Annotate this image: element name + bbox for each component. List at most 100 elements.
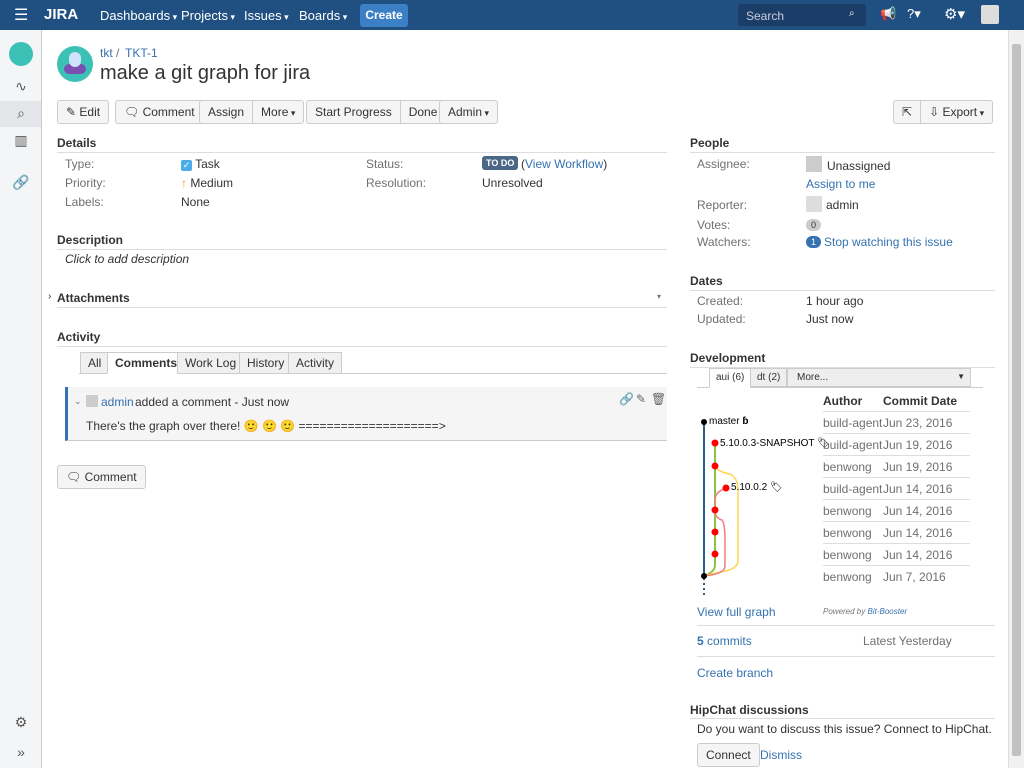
tab-history[interactable]: History <box>239 352 293 374</box>
labels-value[interactable]: None <box>181 195 210 209</box>
ref-master: master ɓ <box>709 416 748 427</box>
commit-date: Jun 19, 2016 <box>883 460 953 474</box>
ref-snapshot-label: 5.10.0.3-SNAPSHOT <box>720 438 815 449</box>
commit-author: benwong <box>823 504 872 518</box>
nav-issues[interactable]: Issues <box>244 8 289 23</box>
nav-boards[interactable]: Boards <box>299 8 347 23</box>
commit-row[interactable]: benwong Jun 14, 2016 <box>823 543 970 565</box>
more-branches-dropdown[interactable]: More... ▼ <box>787 368 971 387</box>
tag-icon: 🏷 <box>769 482 783 493</box>
share-button[interactable]: ⇱ <box>894 101 922 123</box>
issue-title[interactable]: make a git graph for jira <box>100 62 310 85</box>
stop-watching-link[interactable]: Stop watching this issue <box>824 235 953 249</box>
dismiss-link[interactable]: Dismiss <box>760 748 802 762</box>
search-input[interactable]: Search <box>738 4 866 26</box>
help-icon[interactable]: ?▾ <box>907 6 921 22</box>
expand-icon[interactable]: » <box>11 744 31 760</box>
view-workflow-link[interactable]: View Workflow <box>525 157 603 171</box>
updated-label: Updated: <box>697 312 746 326</box>
type-label: Type: <box>65 157 95 171</box>
divider <box>57 307 667 308</box>
permalink-icon[interactable]: 🔗 <box>619 392 634 406</box>
edit-button[interactable]: ✎ Edit <box>57 100 110 124</box>
breadcrumb-project[interactable]: tkt <box>100 46 113 60</box>
reporter-label: Reporter: <box>697 198 748 212</box>
edit-comment-icon[interactable]: ✎ <box>636 392 646 406</box>
commit-row[interactable]: build-agent Jun 19, 2016 <box>823 433 970 455</box>
watchers-count[interactable]: 1 <box>806 236 822 248</box>
expand-attachments-icon[interactable]: › <box>48 291 51 302</box>
reporter-value[interactable]: admin <box>826 198 859 212</box>
branch-tab-aui[interactable]: aui (6) <box>709 368 752 388</box>
sidebar: ∿ ⌕ ▥ 🔗 ⚙ » <box>0 30 42 768</box>
nav-dashboards[interactable]: Dashboards <box>100 8 177 23</box>
activity-icon[interactable]: ∿ <box>11 78 31 95</box>
notifications-icon[interactable]: 📢 <box>880 6 896 22</box>
scrollbar[interactable] <box>1008 30 1024 768</box>
votes-count[interactable]: 0 <box>806 219 822 231</box>
scrollbar-thumb[interactable] <box>1012 44 1021 756</box>
commit-row[interactable]: benwong Jun 19, 2016 <box>823 455 970 477</box>
commit-author: benwong <box>823 460 872 474</box>
start-progress-button[interactable]: Start Progress <box>307 101 401 123</box>
status-label: Status: <box>366 157 404 171</box>
attachments-options-icon[interactable]: ▾ <box>657 292 661 301</box>
settings-icon[interactable]: ⚙ <box>11 714 31 731</box>
date-column-header: Commit Date <box>883 394 958 408</box>
commits-link[interactable]: commits <box>707 634 752 648</box>
commit-row[interactable]: build-agent Jun 14, 2016 <box>823 477 970 499</box>
watchers-label: Watchers: <box>697 235 751 249</box>
delete-comment-icon[interactable]: 🗑 <box>651 392 666 406</box>
collapse-comment-icon[interactable]: ⌄ <box>74 396 82 407</box>
comment-button[interactable]: 🗨 Comment <box>115 100 204 124</box>
comment-author[interactable]: admin <box>101 395 134 409</box>
created-label: Created: <box>697 294 744 308</box>
tab-activity[interactable]: Activity <box>288 352 343 374</box>
resolution-label: Resolution: <box>366 176 427 190</box>
connect-button[interactable]: Connect <box>697 743 760 767</box>
workflow-group: Start Progress Done <box>306 100 447 124</box>
admin-button[interactable]: Admin <box>439 100 499 124</box>
view-full-graph-link[interactable]: View full graph <box>697 605 776 619</box>
comment-body: There's the graph over there! 🙂 🙂 🙂 ====… <box>86 419 446 433</box>
commit-row[interactable]: build-agent Jun 23, 2016 <box>823 411 970 433</box>
commits-count[interactable]: 5 <box>697 634 704 648</box>
assign-to-me-link[interactable]: Assign to me <box>806 177 875 191</box>
branch-tab-dt[interactable]: dt (2) <box>750 368 788 387</box>
ref-snapshot: 5.10.0.3-SNAPSHOT 🏷 <box>720 438 830 449</box>
commits-summary[interactable]: 5 commits <box>697 634 752 648</box>
commit-row[interactable]: benwong Jun 14, 2016 <box>823 499 970 521</box>
commit-row[interactable]: benwong Jun 14, 2016 <box>823 521 970 543</box>
search-issues-icon[interactable]: ⌕ <box>11 105 31 122</box>
commit-dot <box>711 439 719 447</box>
user-avatar[interactable] <box>981 5 999 24</box>
commit-row[interactable]: benwong Jun 7, 2016 <box>823 565 970 587</box>
export-button[interactable]: ⇩ Export <box>921 101 992 123</box>
tab-all[interactable]: All <box>80 352 110 374</box>
breadcrumb-issue-key[interactable]: TKT-1 <box>125 46 158 60</box>
tab-work-log[interactable]: Work Log <box>177 352 245 374</box>
commit-date: Jun 23, 2016 <box>883 416 953 430</box>
description-field[interactable]: Click to add description <box>65 252 189 266</box>
type-value[interactable]: ✓ Task <box>181 157 220 171</box>
settings-icon[interactable]: ⚙▾ <box>944 5 965 23</box>
create-branch-link[interactable]: Create branch <box>697 666 773 680</box>
bit-booster-link[interactable]: Bit-Booster <box>867 607 907 616</box>
more-button[interactable]: More <box>253 101 303 123</box>
project-avatar[interactable] <box>9 42 33 66</box>
status-badge: TO DO <box>482 156 519 170</box>
nav-projects[interactable]: Projects <box>181 8 235 23</box>
assignee-value[interactable]: Unassigned <box>827 159 890 173</box>
attachments-heading[interactable]: Attachments <box>57 291 130 305</box>
add-comment-button[interactable]: 🗨 Comment <box>57 465 146 489</box>
link-icon[interactable]: 🔗 <box>11 174 31 191</box>
commit-dot <box>711 506 719 514</box>
create-button[interactable]: Create <box>360 4 408 27</box>
reports-icon[interactable]: ▥ <box>11 132 31 149</box>
menu-icon[interactable]: ☰ <box>14 5 28 25</box>
view-workflow[interactable]: (View Workflow) <box>521 157 607 171</box>
jira-logo[interactable]: JIRA <box>44 6 78 23</box>
tab-comments[interactable]: Comments <box>107 352 186 374</box>
people-heading: People <box>690 136 730 150</box>
assign-button[interactable]: Assign <box>200 101 254 123</box>
